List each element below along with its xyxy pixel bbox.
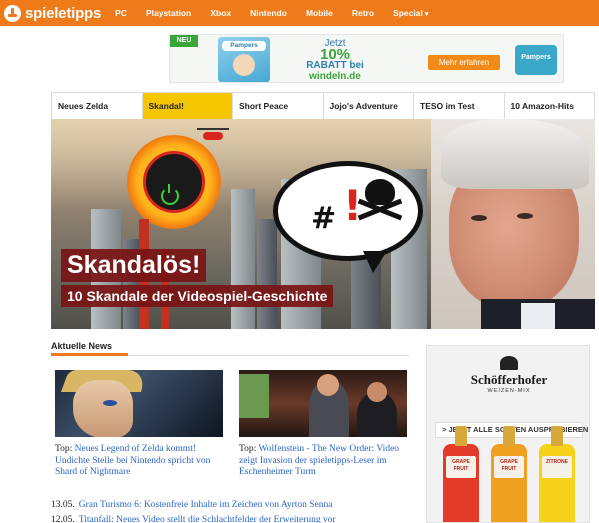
teaser-tabs: Neues Zelda Skandal! Short Peace Jojo's … (51, 92, 595, 119)
ad-brand-logo: Pampers (515, 45, 557, 75)
section-title-underline (51, 353, 128, 356)
shirt-image (521, 303, 555, 329)
news-card[interactable]: Top: Neues Legend of Zelda kommt! Undich… (55, 370, 225, 479)
tab-neues-zelda[interactable]: Neues Zelda (52, 93, 143, 119)
news-card-title-link[interactable]: Neues Legend of Zelda kommt! (75, 444, 196, 454)
hero-teaser[interactable]: # ! Skandalös! 10 Skandale der Videospie… (51, 119, 595, 329)
news-link[interactable]: Titanfall: Neues Video stellt die Schlac… (79, 515, 336, 523)
news-link[interactable]: Gran Turismo 6: Kostenfreie Inhalte im Z… (79, 500, 333, 510)
helicopter-icon (197, 128, 229, 140)
exclamation-icon: ! (343, 181, 363, 230)
crest-icon (500, 356, 518, 370)
nav-item-special[interactable]: Special ▾ (393, 8, 428, 18)
ad-line-3: RABATT bei (306, 60, 364, 71)
news-list-item[interactable]: 12.05. Titanfall: Neues Video stellt die … (51, 515, 336, 523)
baby-image (233, 54, 255, 76)
tab-short-peace[interactable]: Short Peace (233, 93, 324, 119)
bottle-image: GRAPE FRUIT (491, 426, 527, 522)
bottle-neck (455, 426, 467, 446)
news-list-item[interactable]: 13.05. Gran Turismo 6: Kostenfreie Inhalt… (51, 500, 333, 510)
bottle-label: ZITRONE (542, 456, 572, 478)
news-card-caption: Top: Wolfenstein - The New Order: Video … (239, 444, 409, 479)
ad-badge: NEU (170, 35, 198, 47)
ad-cta-button[interactable]: Mehr erfahren (428, 55, 500, 70)
nav-item-xbox[interactable]: Xbox (210, 8, 231, 18)
nav-item-retro[interactable]: Retro (352, 8, 374, 18)
speech-bubble: # ! (273, 161, 423, 273)
ad-line-4: windeln.de (309, 71, 361, 82)
tab-skandal[interactable]: Skandal! (142, 93, 233, 119)
person-head-image (367, 382, 387, 402)
sidebar-ad-brand: Schöfferhofer (470, 372, 548, 387)
ad-line-2: 10% (319, 46, 351, 63)
bottle-neck (551, 426, 563, 446)
skull-icon (365, 179, 395, 205)
nav-item-playstation[interactable]: Playstation (146, 8, 191, 18)
news-card-caption: Top: Neues Legend of Zelda kommt! Undich… (55, 444, 225, 479)
bottle-label: GRAPE FRUIT (494, 456, 524, 478)
bottle-neck (503, 426, 515, 446)
news-thumbnail[interactable] (55, 370, 223, 437)
site-logo[interactable]: spieletipps (4, 4, 102, 22)
tab-jojos-adventure[interactable]: Jojo's Adventure (324, 93, 414, 119)
ad-product-label: Pampers (222, 41, 266, 51)
news-section-title: Aktuelle News (51, 341, 113, 351)
nav-item-special-label: Special (393, 8, 423, 18)
eye-image (471, 215, 487, 221)
tab-amazon-hits[interactable]: 10 Amazon-Hits (505, 93, 595, 119)
hero-title[interactable]: Skandalös! (61, 249, 207, 282)
news-date: 12.05. (51, 515, 75, 523)
speech-bubble-tail (363, 251, 387, 273)
hero-subtitle[interactable]: 10 Skandale der Videospiel-Geschichte (61, 285, 334, 307)
news-card-prefix: Top: (55, 444, 73, 454)
eye-image (517, 213, 533, 219)
news-card[interactable]: Top: Wolfenstein - The New Order: Video … (239, 370, 409, 479)
news-card-prefix: Top: (239, 444, 257, 454)
building-image (231, 189, 255, 329)
ad-text: Jetzt 10% RABATT bei windeln.de (290, 38, 380, 82)
man-hair-image (441, 119, 589, 189)
news-card-title-link[interactable]: Wolfenstein - The New Order: (259, 444, 375, 454)
hash-symbol-icon: # (311, 201, 337, 236)
main-nav: PC Playstation Xbox Nintendo Mobile Retr… (115, 8, 447, 18)
person-head-image (317, 374, 339, 396)
logo-text: spieletipps (25, 4, 102, 22)
character-eye-image (103, 400, 117, 406)
sidebar-ad[interactable]: Schöfferhofer WEIZEN-MIX > JETZT ALLE SO… (426, 345, 590, 523)
nav-item-nintendo[interactable]: Nintendo (250, 8, 287, 18)
character-face-image (73, 380, 133, 437)
bottle-image: ZITRONE (539, 426, 575, 522)
ad-product-image: Pampers (218, 37, 270, 82)
tab-teso-im-test[interactable]: TESO im Test (414, 93, 505, 119)
news-card-text-link[interactable]: Undichte Stelle bei Nintendo spricht von… (55, 456, 210, 478)
nav-item-pc[interactable]: PC (115, 8, 127, 18)
monitor-image (239, 374, 269, 418)
caret-down-icon: ▾ (424, 11, 429, 18)
sidebar-ad-subtitle: WEIZEN-MIX (487, 388, 531, 394)
power-icon (161, 184, 179, 205)
news-date: 13.05. (51, 500, 75, 510)
bottle-image: GRAPE FRUIT (443, 426, 479, 522)
news-thumbnail[interactable] (239, 370, 407, 437)
top-navigation-bar: spieletipps PC Playstation Xbox Nintendo… (0, 0, 599, 26)
bottle-label: GRAPE FRUIT (446, 456, 476, 478)
ad-banner[interactable]: NEU Pampers Jetzt 10% RABATT bei windeln… (169, 34, 564, 83)
sidebar-ad-logo: Schöfferhofer WEIZEN-MIX (432, 356, 586, 394)
logo-icon (4, 4, 21, 22)
nav-item-mobile[interactable]: Mobile (306, 8, 333, 18)
